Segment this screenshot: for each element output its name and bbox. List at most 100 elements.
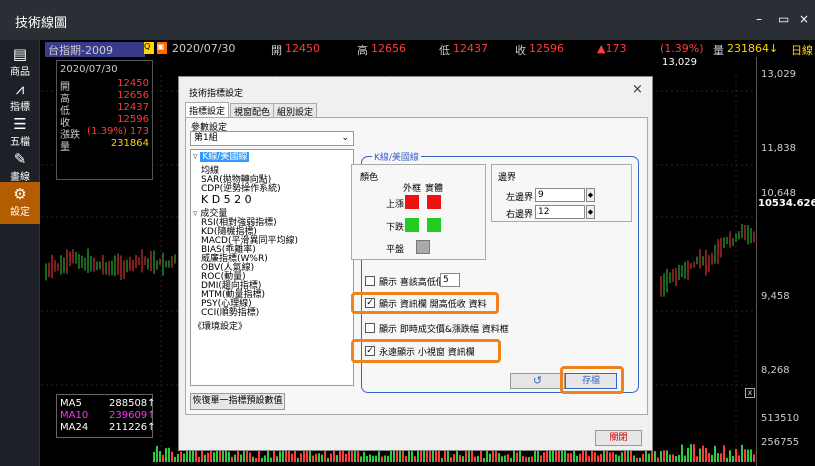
volume-bar bbox=[579, 453, 581, 462]
volume-bar bbox=[576, 455, 578, 462]
fall-frame-color-swatch[interactable] bbox=[405, 218, 419, 232]
ma10-value: 239609↑ bbox=[109, 410, 156, 421]
always-show-info-checkbox[interactable]: ✓ bbox=[365, 346, 375, 356]
volume-bar bbox=[384, 455, 386, 462]
volume-bar bbox=[336, 455, 338, 462]
volume-bar bbox=[747, 449, 749, 462]
volume-bar bbox=[618, 455, 620, 462]
symbol-selector[interactable]: 台指期-2009 bbox=[45, 42, 145, 58]
left-boundary-spinner[interactable]: ◆ bbox=[586, 188, 595, 202]
volume-bar bbox=[354, 449, 356, 462]
tab-indicator-settings[interactable]: 指標設定 bbox=[185, 102, 230, 117]
volume-bar bbox=[327, 457, 329, 462]
change-value: ▲173 bbox=[597, 42, 627, 55]
volume-bar bbox=[573, 450, 575, 462]
lock-icon[interactable]: ▣ bbox=[157, 42, 167, 54]
volume-bar bbox=[222, 449, 224, 462]
close-window-button[interactable]: × bbox=[799, 12, 809, 26]
axis-label: 8,268 bbox=[761, 365, 790, 376]
volume-bar bbox=[318, 453, 320, 462]
save-button[interactable]: 存檔 bbox=[565, 373, 617, 389]
volume-bar bbox=[165, 448, 167, 462]
volume-bar bbox=[675, 456, 677, 462]
volume-bar bbox=[159, 451, 161, 462]
volume-bar bbox=[684, 455, 686, 462]
volume-label: 量 bbox=[713, 44, 724, 57]
rise-body-color-swatch[interactable] bbox=[427, 195, 441, 209]
right-boundary-input[interactable]: 12 bbox=[535, 205, 585, 219]
minimize-button[interactable]: – bbox=[756, 12, 762, 26]
volume-bar bbox=[654, 451, 656, 462]
gear-icon: ⚙ bbox=[13, 185, 27, 203]
volume-bar bbox=[663, 450, 665, 462]
volume-bar bbox=[261, 457, 263, 462]
volume-bar bbox=[372, 455, 374, 462]
volume-bar bbox=[732, 455, 734, 462]
volume-bar bbox=[702, 445, 704, 462]
volume-bar bbox=[225, 449, 227, 462]
tree-item[interactable]: CCI(順勢指標) bbox=[201, 309, 259, 318]
volume-bar bbox=[273, 450, 275, 462]
show-realtime-checkbox[interactable] bbox=[365, 323, 375, 333]
volume-bar bbox=[744, 449, 746, 462]
group-select[interactable]: 第1組 ⌄ bbox=[190, 131, 354, 146]
quote-date: 2020/07/30 bbox=[60, 64, 118, 75]
show-high-low-checkbox[interactable] bbox=[365, 276, 375, 286]
tree-item[interactable]: 《環境設定》 bbox=[193, 323, 247, 332]
volume-bar bbox=[345, 453, 347, 462]
volume-bar bbox=[615, 454, 617, 462]
document-icon: ▤ bbox=[12, 45, 28, 63]
left-boundary-input[interactable]: 9 bbox=[535, 188, 585, 202]
dialog-close-icon[interactable]: × bbox=[632, 82, 643, 97]
tab-group-settings[interactable]: 組別設定 bbox=[273, 103, 318, 118]
volume-bar bbox=[498, 453, 500, 462]
ma24-value: 211226↑ bbox=[109, 422, 156, 433]
flat-color-swatch[interactable] bbox=[416, 240, 430, 254]
axis-label: 9,458 bbox=[761, 291, 790, 302]
outer-frame-label: 外框 bbox=[403, 184, 422, 194]
undo-button[interactable]: ↺ bbox=[510, 373, 565, 389]
indicator-tree[interactable]: ▿ K線/美國線 均線 SAR(拋物轉向點) CDP(逆勢操作系統) K D 5… bbox=[190, 149, 354, 386]
volume-bar bbox=[591, 450, 593, 462]
high-low-count-input[interactable]: 5 bbox=[440, 273, 460, 287]
tab-window-colors[interactable]: 視窗配色 bbox=[230, 103, 275, 118]
volume-bar bbox=[741, 444, 743, 462]
volume-bar bbox=[678, 455, 680, 462]
low-label: 低 bbox=[439, 44, 450, 57]
reset-defaults-button[interactable]: 恢復單一指標預設數值 bbox=[190, 393, 285, 410]
search-icon[interactable]: Q bbox=[144, 42, 154, 54]
volume-bar bbox=[708, 453, 710, 462]
volume-bar bbox=[402, 450, 404, 462]
right-boundary-spinner[interactable]: ◆ bbox=[586, 205, 595, 219]
volume-bar bbox=[531, 456, 533, 462]
volume-bar bbox=[366, 455, 368, 462]
volume-bar bbox=[174, 457, 176, 462]
volume-bar bbox=[510, 457, 512, 462]
close-panel-icon[interactable]: x bbox=[745, 388, 755, 398]
volume-bar bbox=[717, 453, 719, 462]
volume-bar bbox=[525, 456, 527, 462]
volume-bar bbox=[489, 453, 491, 462]
volume-bar bbox=[231, 456, 233, 462]
tree-item[interactable]: K D 5 2 0 bbox=[201, 194, 252, 205]
window-title: 技術線圖 bbox=[15, 16, 68, 31]
volume-bar bbox=[570, 453, 572, 462]
tree-item[interactable]: ▿ K線/美國線 bbox=[193, 152, 250, 162]
volume-bar bbox=[486, 449, 488, 462]
high-label: 高 bbox=[357, 44, 368, 57]
volume-bar bbox=[162, 454, 164, 462]
show-ohlc-label: 顯示 資訊欄 開高低收 資料 bbox=[379, 300, 487, 310]
close-dialog-button[interactable]: 關閉 bbox=[595, 430, 642, 446]
show-ohlc-checkbox[interactable]: ✓ bbox=[365, 298, 375, 308]
color-settings-box: 顏色 外框 實體 上漲 下跌 平盤 bbox=[351, 164, 486, 260]
toolbar-button-settings[interactable]: ⚙ 設定 bbox=[0, 182, 40, 224]
volume-bar bbox=[180, 451, 182, 462]
fall-body-color-swatch[interactable] bbox=[427, 218, 441, 232]
volume-bar bbox=[528, 457, 530, 462]
period-label[interactable]: 日線 bbox=[791, 42, 813, 58]
volume-bar bbox=[507, 454, 509, 462]
maximize-button[interactable]: ▭ bbox=[778, 12, 789, 26]
volume-bar bbox=[207, 452, 209, 462]
rise-frame-color-swatch[interactable] bbox=[405, 195, 419, 209]
volume-bar bbox=[414, 456, 416, 462]
